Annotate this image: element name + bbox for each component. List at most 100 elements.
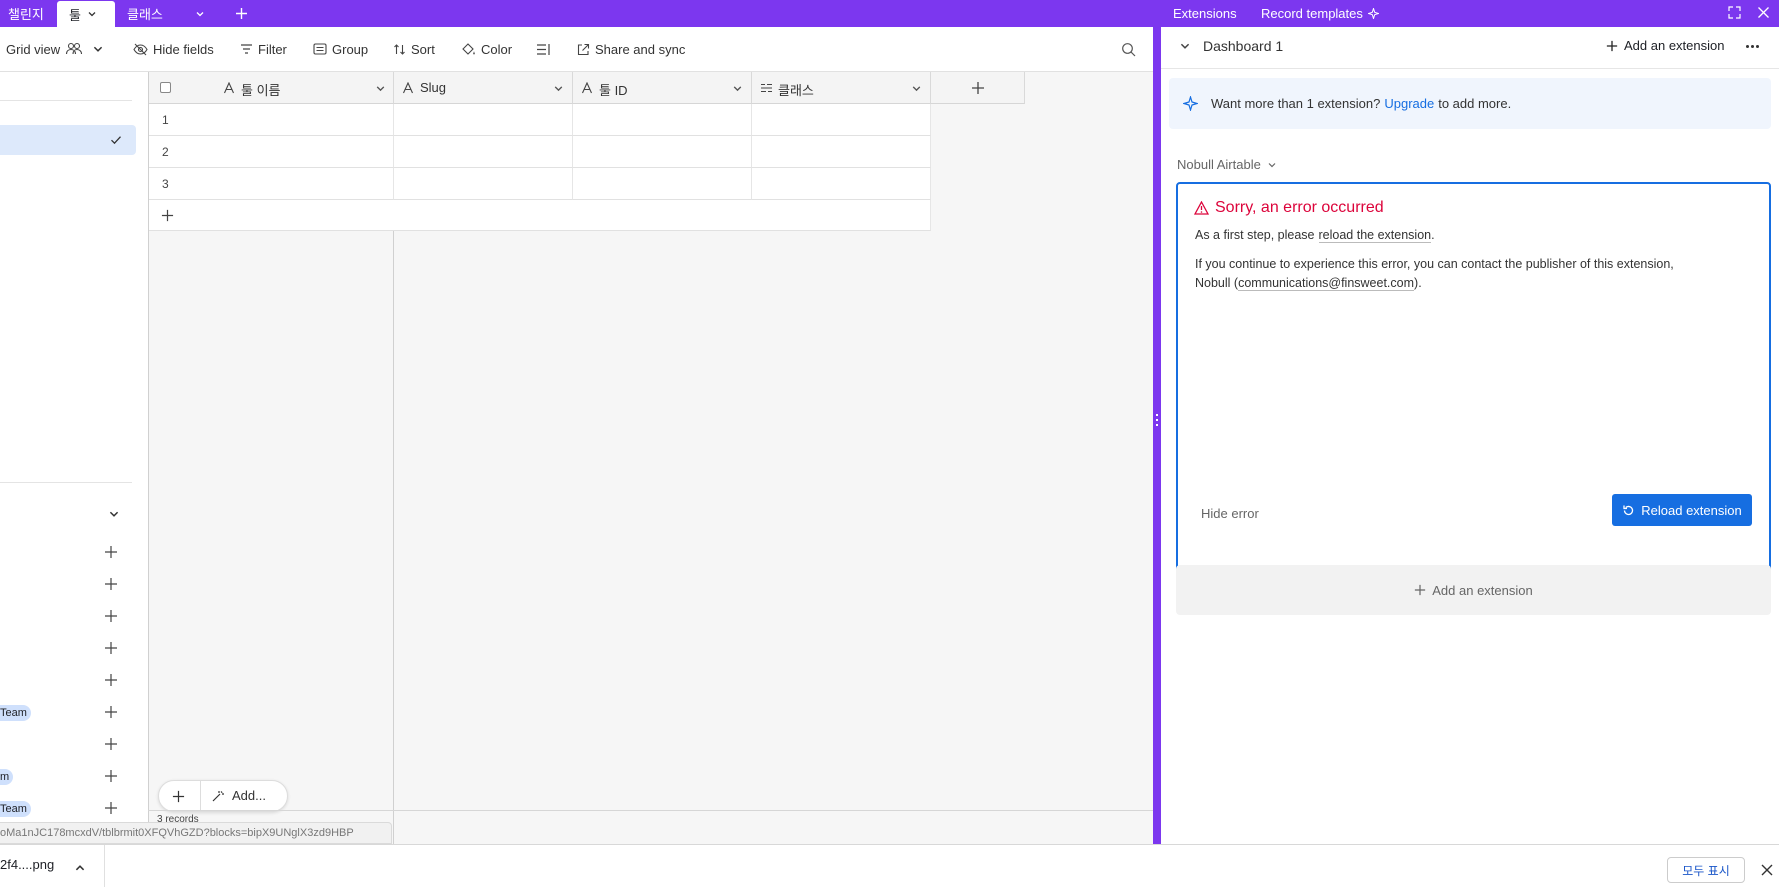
tab-extensions[interactable]: Extensions [1173, 6, 1237, 21]
button-label: Reload extension [1641, 502, 1742, 518]
table-cell[interactable] [573, 104, 752, 136]
error-line-1: As a first step, please reload the exten… [1195, 228, 1435, 243]
plus-icon[interactable] [104, 705, 118, 719]
table-cell[interactable] [394, 136, 573, 168]
table-cell[interactable] [394, 168, 573, 200]
add-extension-placeholder[interactable]: Add an extension [1176, 565, 1771, 615]
chevron-down-icon [1180, 43, 1190, 49]
table-cell[interactable] [752, 104, 931, 136]
tab-record-templates[interactable]: Record templates [1261, 6, 1379, 21]
table-cell[interactable] [394, 104, 573, 136]
banner-text: Want more than 1 extension? [1211, 96, 1381, 111]
search-icon [1122, 42, 1136, 56]
plus-icon[interactable] [104, 737, 118, 751]
tab-challenge[interactable]: 챌린지 [8, 0, 44, 27]
filter-button[interactable]: Filter [240, 37, 287, 61]
chevron-down-icon[interactable] [553, 83, 564, 94]
close-icon[interactable] [1761, 864, 1773, 876]
group-button[interactable]: Group [313, 37, 368, 61]
check-icon [111, 136, 121, 145]
share-sync-button[interactable]: Share and sync [577, 37, 685, 61]
chevron-up-icon[interactable] [74, 862, 86, 874]
plus-icon [1606, 40, 1618, 51]
panel-resize-handle[interactable] [1153, 0, 1161, 844]
error-line-2: If you continue to experience this error… [1195, 257, 1674, 271]
text-icon [223, 82, 235, 94]
table-cell[interactable] [752, 136, 931, 168]
tab-tool[interactable]: 툴 [57, 1, 115, 27]
select-all-checkbox[interactable] [160, 82, 171, 93]
add-table-button[interactable] [232, 0, 250, 27]
row-height-icon [537, 43, 550, 55]
column-header-slug[interactable]: Slug [394, 72, 573, 104]
reload-extension-link[interactable]: reload the extension [1318, 228, 1432, 243]
table-cell[interactable] [752, 168, 931, 200]
column-label: 툴 ID [599, 83, 628, 98]
tab-label: 툴 [69, 7, 81, 23]
column-label: 클래스 [778, 83, 814, 98]
table-row[interactable]: 3 [149, 168, 394, 200]
link-list-icon [761, 83, 772, 93]
show-all-button[interactable]: 모두 표시 [1667, 857, 1745, 883]
table-cell[interactable] [573, 136, 752, 168]
download-bar: 2f4....png 모두 표시 [0, 844, 1779, 887]
chevron-down-icon[interactable] [732, 83, 743, 94]
plus-icon[interactable] [104, 545, 118, 559]
plus-icon[interactable] [104, 577, 118, 591]
plus-icon[interactable] [104, 609, 118, 623]
row-height-button[interactable] [536, 37, 551, 61]
divider [0, 482, 132, 483]
sidebar-item-selected-view[interactable] [0, 125, 136, 155]
close-icon[interactable] [1757, 6, 1770, 19]
chevron-down-icon[interactable] [911, 83, 922, 94]
chevron-down-icon[interactable] [375, 83, 386, 94]
table-cell[interactable] [573, 168, 752, 200]
text-icon [402, 82, 414, 94]
status-url-area: oMa1nJC178mcxdV/tblbrmit0XFQVhGZD?blocks… [0, 751, 392, 844]
hide-error-button[interactable]: Hide error [1201, 506, 1259, 521]
column-header-class[interactable]: 클래스 [752, 72, 931, 104]
divider [0, 100, 132, 101]
plus-icon [1415, 584, 1426, 596]
add-row-button[interactable] [149, 200, 931, 231]
search-button[interactable] [1121, 37, 1136, 61]
view-name: Grid view [6, 41, 61, 57]
error-text: . [1431, 228, 1435, 242]
row-number: 3 [162, 177, 169, 191]
table-row[interactable]: 1 [149, 104, 394, 136]
table-row[interactable]: 2 [149, 136, 394, 168]
error-text: As a first step, please [1195, 228, 1315, 242]
column-header-tool-id[interactable]: 툴 ID [573, 72, 752, 104]
error-line-3: Nobull (communications@finsweet.com). [1195, 276, 1422, 291]
reload-extension-button[interactable]: Reload extension [1612, 494, 1752, 526]
view-switcher[interactable]: Grid view [6, 37, 104, 61]
tab-label: 챌린지 [8, 7, 44, 22]
add-extension-button[interactable]: Add an extension [1606, 38, 1724, 53]
group-icon [313, 43, 327, 55]
error-text: Nobull ( [1195, 276, 1239, 290]
more-icon[interactable] [1751, 45, 1754, 48]
table-tabs-bar: 챌린지 툴 클래스 [0, 0, 1153, 27]
extension-name-dropdown[interactable]: Nobull Airtable [1177, 157, 1277, 172]
hide-fields-button[interactable]: Hide fields [133, 37, 214, 61]
status-url-text: oMa1nJC178mcxdV/tblbrmit0XFQVhGZD?blocks… [0, 827, 354, 839]
error-text: If you continue to experience this error… [1195, 257, 1674, 271]
download-item[interactable]: 2f4....png [0, 845, 105, 887]
upgrade-link[interactable]: Upgrade [1384, 96, 1434, 111]
sort-button[interactable]: Sort [393, 37, 435, 61]
row-number: 1 [162, 113, 169, 127]
expand-icon[interactable] [1728, 6, 1741, 19]
error-title: Sorry, an error occurred [1194, 199, 1384, 217]
publisher-email-link[interactable]: communications@finsweet.com [1238, 276, 1415, 291]
color-button[interactable]: Color [461, 37, 512, 61]
add-field-button[interactable] [931, 72, 1025, 104]
plus-icon [161, 209, 174, 222]
plus-icon[interactable] [104, 641, 118, 655]
dashboard-switcher[interactable]: Dashboard 1 [1179, 38, 1283, 54]
chevron-down-icon[interactable] [87, 9, 97, 19]
plus-icon[interactable] [104, 673, 118, 687]
tab-class[interactable]: 클래스 [127, 0, 163, 27]
column-header-tool-name[interactable]: 툴 이름 [149, 72, 394, 104]
tabs-more-button[interactable] [188, 0, 212, 27]
chevron-down-icon[interactable] [108, 508, 120, 520]
